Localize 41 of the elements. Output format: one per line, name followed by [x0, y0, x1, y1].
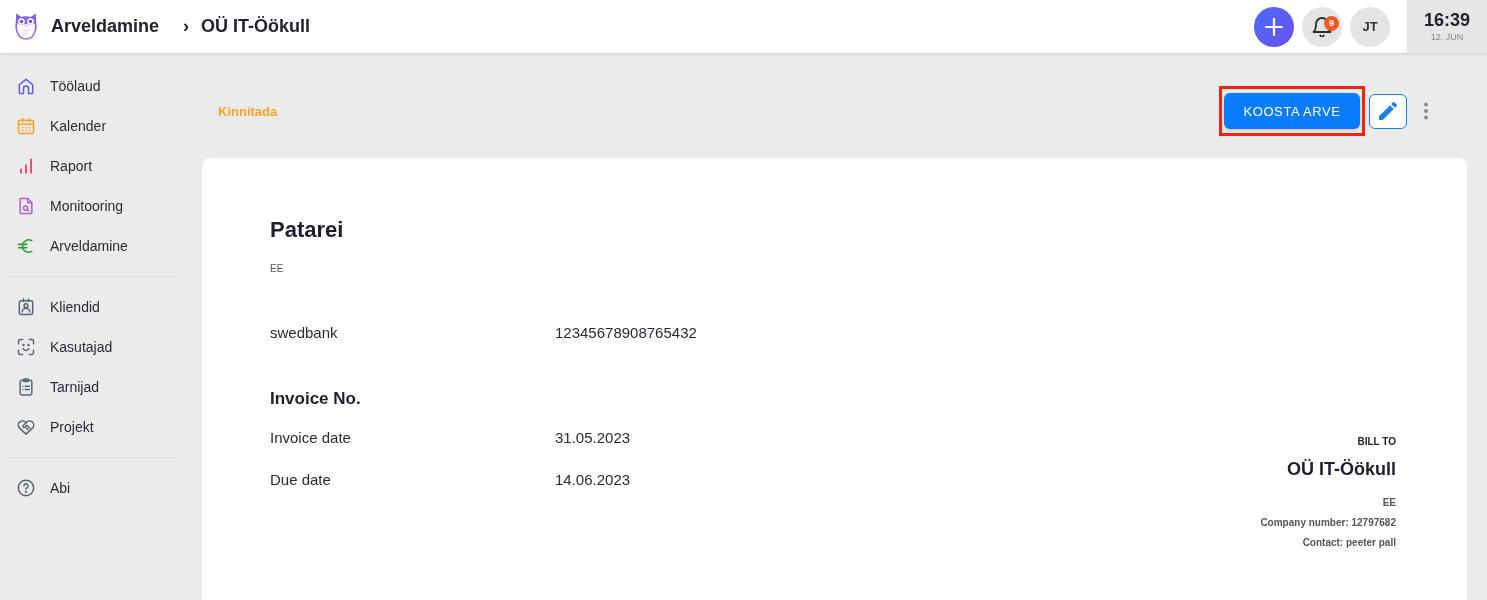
invoice-number-label: Invoice No.	[270, 389, 362, 409]
create-invoice-button[interactable]: KOOSTA ARVE	[1224, 93, 1360, 129]
date-label: Invoice date	[270, 428, 352, 448]
company-name: Patarei	[270, 216, 345, 244]
more-button[interactable]	[1422, 102, 1430, 120]
bank-account: 12345678908765432	[555, 323, 697, 343]
notification-count: 9	[1324, 15, 1339, 31]
sidebar-item[interactable]: Arveldamine	[0, 226, 182, 266]
bell-icon	[1312, 16, 1332, 37]
owl-logo-icon	[14, 12, 38, 41]
bill-to-country: EE	[1382, 497, 1396, 509]
status-label: Kinnitada	[218, 103, 278, 119]
pencil-icon	[1379, 102, 1397, 120]
add-button[interactable]	[1254, 6, 1294, 47]
date-value: 31.05.2023	[555, 428, 631, 448]
sidebar-item[interactable]: Raport	[0, 146, 182, 186]
sidebar-item[interactable]: Abi	[0, 468, 182, 508]
bill-to-heading: BILL TO	[1357, 436, 1396, 448]
clock-time: 16:39	[1423, 10, 1470, 30]
clock-date: 12. JUN	[1430, 32, 1464, 43]
sidebar-item[interactable]: Tarnijad	[0, 367, 182, 407]
sidebar-item[interactable]: Kalender	[0, 106, 182, 146]
sidebar-item[interactable]: Kasutajad	[0, 327, 182, 367]
plus-icon	[1265, 17, 1283, 36]
kebab-menu-icon	[1422, 102, 1430, 120]
bill-to-detail: Contact: peeter pall	[1302, 537, 1396, 549]
sidebar-item[interactable]: Kliendid	[0, 287, 182, 327]
sidebar-item[interactable]: Projekt	[0, 407, 182, 447]
bill-to-detail: Company number: 12797682	[1260, 517, 1396, 529]
sidebar-item[interactable]: Monitooring	[0, 186, 182, 226]
bank-name: swedbank	[270, 323, 339, 343]
breadcrumb-separator: ›	[183, 16, 190, 37]
date-label: Due date	[270, 470, 332, 490]
sidebar-item[interactable]: Töölaud	[0, 66, 182, 106]
company-country: EE	[270, 263, 285, 275]
breadcrumb-current: OÜ IT-Öökull	[201, 16, 311, 37]
date-value: 14.06.2023	[555, 470, 631, 490]
user-avatar[interactable]: JT	[1350, 6, 1390, 47]
breadcrumb-link[interactable]: Arveldamine	[51, 16, 160, 37]
bill-to-name: OÜ IT-Öökull	[1287, 458, 1396, 480]
edit-button[interactable]	[1369, 93, 1407, 129]
